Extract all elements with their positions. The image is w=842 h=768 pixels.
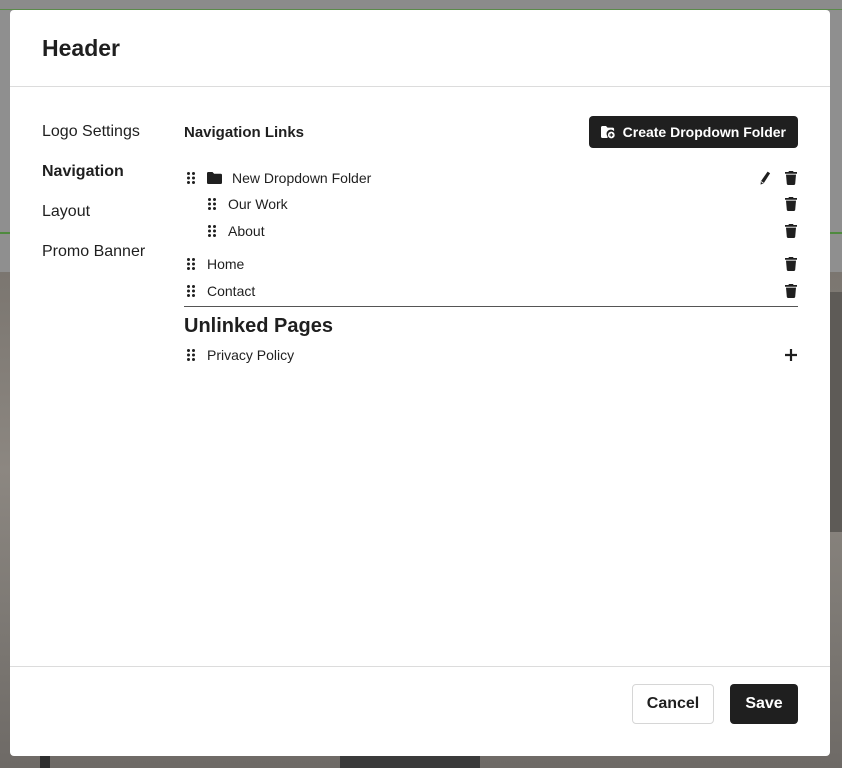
folder-icon xyxy=(207,171,222,184)
navigation-links-title: Navigation Links xyxy=(184,123,305,141)
delete-trash-icon[interactable] xyxy=(784,283,798,299)
modal-title: Header xyxy=(42,34,120,61)
drag-handle-icon[interactable] xyxy=(205,197,219,211)
delete-trash-icon[interactable] xyxy=(784,256,798,272)
link-row-actions xyxy=(784,283,798,299)
nav-link-row: Contact xyxy=(184,277,798,304)
backdrop-header-strip xyxy=(0,0,842,10)
link-row-actions xyxy=(784,256,798,272)
modal-body: Logo Settings Navigation Layout Promo Ba… xyxy=(10,88,830,666)
cancel-button[interactable]: Cancel xyxy=(632,684,714,724)
link-row-actions xyxy=(784,196,798,212)
sidebar-item-layout[interactable]: Layout xyxy=(42,200,145,240)
drag-handle-icon[interactable] xyxy=(205,224,219,238)
nav-link-row: Home xyxy=(184,250,798,277)
sidebar-item-logo-settings[interactable]: Logo Settings xyxy=(42,120,145,160)
section-divider xyxy=(184,306,798,307)
folder-plus-icon xyxy=(600,125,615,138)
unlinked-pages-title: Unlinked Pages xyxy=(184,315,333,337)
modal-footer: Cancel Save xyxy=(10,666,830,756)
add-plus-icon[interactable] xyxy=(784,347,798,363)
folder-row-actions xyxy=(758,170,798,186)
nav-link-label-home: Home xyxy=(207,255,245,272)
delete-trash-icon[interactable] xyxy=(784,170,798,186)
unlinked-page-label-privacy-policy: Privacy Policy xyxy=(207,346,295,363)
sidebar-item-navigation[interactable]: Navigation xyxy=(42,160,145,200)
nav-link-label-contact: Contact xyxy=(207,282,256,299)
nav-child-row: Our Work xyxy=(184,190,798,217)
nav-link-label-our-work: Our Work xyxy=(228,195,288,212)
nav-link-label-about: About xyxy=(228,222,265,239)
unlinked-page-row: Privacy Policy xyxy=(184,341,798,368)
settings-sidebar: Logo Settings Navigation Layout Promo Ba… xyxy=(42,120,145,280)
save-button[interactable]: Save xyxy=(730,684,798,724)
unlinked-row-actions xyxy=(784,347,798,363)
delete-trash-icon[interactable] xyxy=(784,196,798,212)
modal-header: Header xyxy=(10,10,830,87)
sidebar-item-promo-banner[interactable]: Promo Banner xyxy=(42,240,145,280)
link-row-actions xyxy=(784,223,798,239)
nav-child-row: About xyxy=(184,217,798,244)
nav-folder-label: New Dropdown Folder xyxy=(232,169,372,186)
backdrop-accent-line xyxy=(830,232,842,234)
edit-pencil-icon[interactable] xyxy=(758,170,772,186)
backdrop-accent-line xyxy=(0,232,10,234)
nav-folder-row: New Dropdown Folder xyxy=(184,165,798,190)
create-dropdown-folder-label: Create Dropdown Folder xyxy=(622,124,786,140)
navigation-section-header: Navigation Links Create Dropdown Folder xyxy=(184,116,798,148)
backdrop-photo-detail xyxy=(830,292,842,532)
navigation-panel: Navigation Links Create Dropdown Folder xyxy=(184,116,798,368)
navigation-links-list: New Dropdown Folder Our Work About Home … xyxy=(184,165,798,368)
drag-handle-icon[interactable] xyxy=(184,257,198,271)
delete-trash-icon[interactable] xyxy=(784,223,798,239)
header-settings-modal: Header Logo Settings Navigation Layout P… xyxy=(10,10,830,756)
drag-handle-icon[interactable] xyxy=(184,171,198,185)
drag-handle-icon[interactable] xyxy=(184,348,198,362)
drag-handle-icon[interactable] xyxy=(184,284,198,298)
create-dropdown-folder-button[interactable]: Create Dropdown Folder xyxy=(588,116,798,148)
